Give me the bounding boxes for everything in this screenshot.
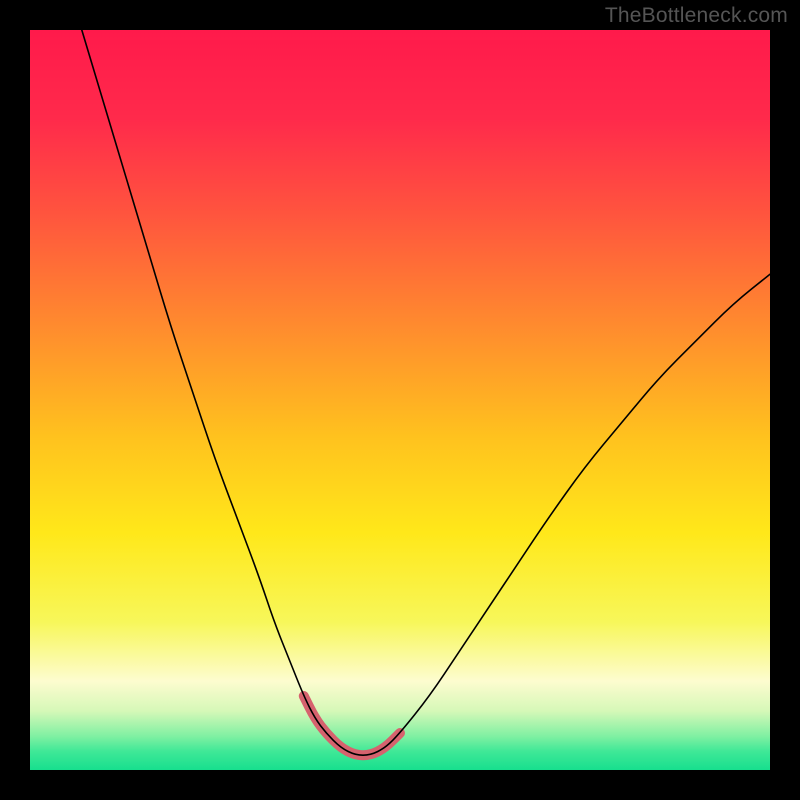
curve-layer	[30, 30, 770, 770]
plot-area	[30, 30, 770, 770]
watermark-text: TheBottleneck.com	[605, 4, 788, 28]
chart-frame: TheBottleneck.com	[0, 0, 800, 800]
main-curve	[82, 30, 770, 755]
